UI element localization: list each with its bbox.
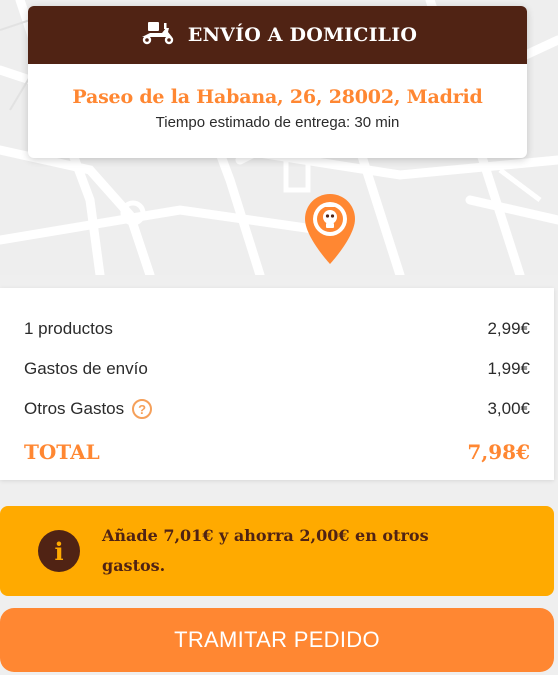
delivery-body: Paseo de la Habana, 26, 28002, Madrid Ti… (28, 64, 527, 131)
summary-label: Otros Gastos (24, 399, 125, 418)
summary-label-group: Otros Gastos ? (24, 399, 153, 419)
summary-label: 1 productos (24, 319, 113, 338)
delivery-card: ENVÍO A DOMICILIO Paseo de la Habana, 26… (28, 6, 527, 158)
order-summary: 1 productos 2,99€ Gastos de envío 1,99€ … (0, 288, 554, 480)
checkout-button[interactable]: TRAMITAR PEDIDO (0, 608, 554, 672)
total-label: TOTAL (24, 440, 100, 464)
delivery-title: ENVÍO A DOMICILIO (187, 24, 418, 46)
info-icon: i (38, 530, 80, 572)
summary-value: 1,99€ (487, 359, 530, 378)
promo-banner: i Añade 7,01€ y ahorra 2,00€ en otros ga… (0, 506, 554, 596)
summary-value: 3,00€ (487, 399, 530, 418)
location-pin-icon (303, 192, 357, 266)
delivery-eta: Tiempo estimado de entrega: 30 min (155, 114, 400, 131)
summary-row-products: 1 productos 2,99€ (24, 309, 530, 349)
summary-row-other-fees: Otros Gastos ? 3,00€ (24, 389, 530, 429)
promo-text: Añade 7,01€ y ahorra 2,00€ en otros gast… (102, 526, 429, 575)
delivery-header: ENVÍO A DOMICILIO (28, 6, 527, 64)
delivery-address: Paseo de la Habana, 26, 28002, Madrid (72, 86, 483, 108)
total-value: 7,98€ (467, 440, 530, 464)
delivery-scooter-icon (138, 20, 176, 51)
summary-value: 2,99€ (487, 319, 530, 338)
summary-row-shipping: Gastos de envío 1,99€ (24, 349, 530, 389)
question-icon[interactable]: ? (132, 399, 153, 419)
summary-label: Gastos de envío (24, 359, 148, 378)
summary-row-total: TOTAL 7,98€ (24, 429, 530, 475)
